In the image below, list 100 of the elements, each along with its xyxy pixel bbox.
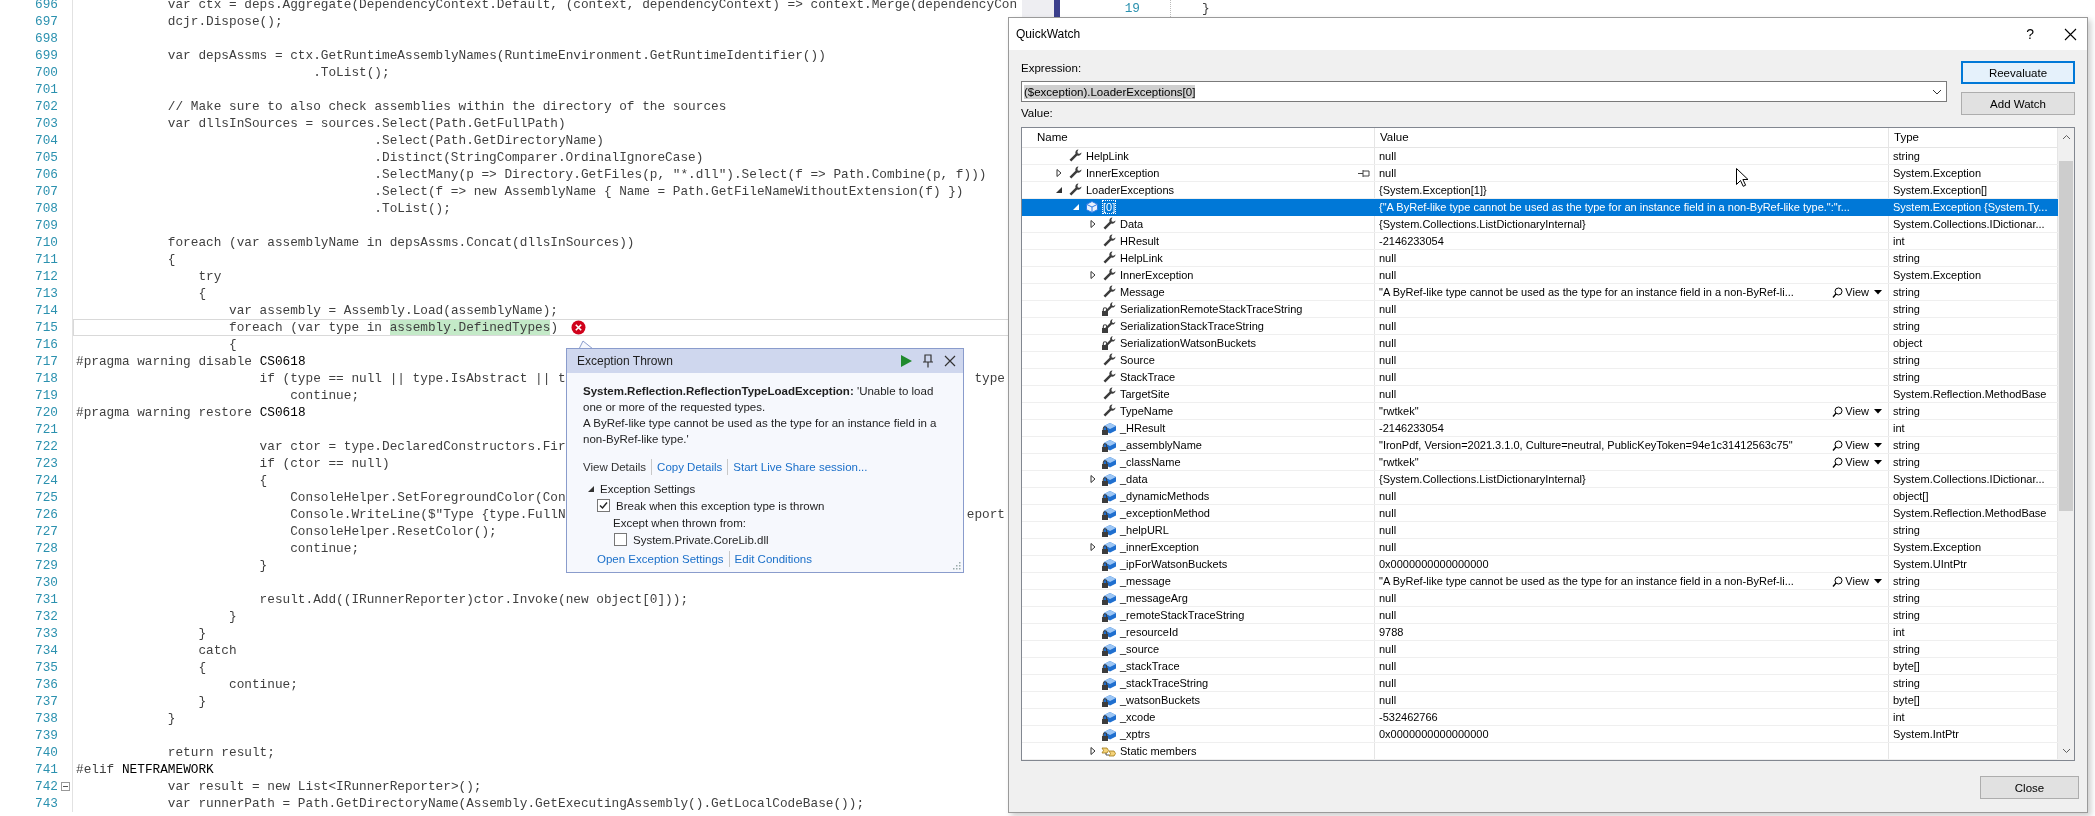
settings-link[interactable]: Edit Conditions [734,551,812,567]
tree-row[interactable]: _className "rwtkek" View string [1022,454,2058,471]
view-button[interactable]: View [1832,573,1882,589]
expression-field[interactable]: ($exception).LoaderExceptions[0] [1021,81,1947,102]
tree-row[interactable]: _messageArg null string [1022,590,2058,607]
tree-row[interactable]: TargetSite null System.Reflection.MethodBase [1022,386,2058,403]
expanded-icon[interactable] [1055,186,1063,194]
pin-icon[interactable] [921,354,935,368]
line-number: 732 [34,608,58,625]
help-button[interactable]: ? [2026,26,2034,42]
code-line: .Select(f => new AssemblyName { Name = Path.GetFileNameWithoutExtension(f) }) [374,183,964,200]
tree-row[interactable]: _source null string [1022,641,2058,658]
tree-row[interactable]: _helpURL null string [1022,522,2058,539]
close-icon[interactable] [2064,27,2077,41]
play-icon[interactable] [899,354,913,368]
collapsed-icon[interactable] [1089,271,1097,279]
tree-row[interactable]: SerializationStackTraceString null string [1022,318,2058,335]
details-link[interactable]: Start Live Share session... [733,459,868,475]
locked-field-icon [1101,505,1117,521]
wrench-icon [1067,182,1083,198]
code-line: .Distinct(StringComparer.OrdinalIgnoreCase) [374,149,704,166]
tree-row[interactable]: _watsonBuckets null byte[] [1022,692,2058,709]
error-icon[interactable] [571,320,587,335]
tree-row[interactable]: _innerException null System.Exception [1022,539,2058,556]
collapsed-icon[interactable] [1089,543,1097,551]
tree-row[interactable]: HResult -2146233054 int [1022,233,2058,250]
tree-row[interactable]: HelpLink null string [1022,148,2058,165]
tree-row[interactable]: InnerException null System.Exception [1022,165,2058,182]
tree-row[interactable]: TypeName "rwtkek" View string [1022,403,2058,420]
collapsed-icon[interactable] [1089,220,1097,228]
collapsed-icon[interactable] [1089,475,1097,483]
code-line: } [198,693,207,710]
property-type: System.Exception [1893,541,1982,553]
locked-field-icon [1101,420,1117,436]
tree-row[interactable]: _ipForWatsonBuckets 0x0000000000000000 System.UIntPtr [1022,556,2058,573]
property-value: null [1379,694,1397,706]
details-link[interactable]: View Details [583,459,647,475]
checkbox[interactable] [597,499,610,512]
property-type: string [1893,150,1920,162]
property-name: [0] [1103,201,1116,213]
collapsed-icon[interactable] [1089,747,1097,755]
tree-row[interactable]: Message "A ByRef-like type cannot be used as the type for an instance field in a non-ByRef-li... View string [1022,284,2058,301]
property-value: 0x0000000000000000 [1379,558,1489,570]
view-button[interactable]: View [1832,403,1882,419]
column-header[interactable]: Value [1380,131,1409,143]
line-number: 706 [34,166,58,183]
scroll-thumb[interactable] [2059,161,2073,511]
wrench-icon [1067,148,1083,164]
tree-row[interactable]: _stackTrace null byte[] [1022,658,2058,675]
scroll-down-icon[interactable] [2061,746,2071,755]
tree-row[interactable]: _resourceId 9788 int [1022,624,2058,641]
column-header[interactable]: Name [1037,131,1068,143]
tree-row[interactable]: _message "A ByRef-like type cannot be used as the type for an instance field in a non-ByRef-li... View string [1022,573,2058,590]
tree-row[interactable]: Data {System.Collections.ListDictionaryInternal} System.Collections.IDictionar... [1022,216,2058,233]
line-number: 715 [34,319,58,336]
dialog-button[interactable]: Reevaluate [1961,61,2075,84]
tree-row[interactable]: _xptrs 0x0000000000000000 System.IntPtr [1022,726,2058,743]
close-button[interactable]: Close [1980,776,2079,799]
tree-row[interactable]: _data {System.Collections.ListDictionaryInternal} System.Collections.IDictionar... [1022,471,2058,488]
property-name: SerializationStackTraceString [1120,320,1264,332]
checkbox[interactable] [614,533,627,546]
tree-row[interactable]: [0] {"A ByRef-like type cannot be used as the type for an instance field in a non-ByRef-like type.":"r... System.Exception {System.Ty... [1022,199,2058,216]
close-icon[interactable] [943,354,957,368]
tree-row[interactable]: _remoteStackTraceString null string [1022,607,2058,624]
tree-row[interactable]: SerializationWatsonBuckets null object [1022,335,2058,352]
code-line: { [259,472,268,489]
scrollbar[interactable] [2058,128,2074,760]
dialog-button[interactable]: Add Watch [1961,92,2075,115]
tree-row[interactable]: StackTrace null string [1022,369,2058,386]
pin-icon[interactable] [1358,168,1370,178]
view-button[interactable]: View [1832,284,1882,300]
property-value: null [1379,524,1397,536]
collapse-icon[interactable] [60,782,70,791]
tree-row[interactable]: _assemblyName "IronPdf, Version=2021.3.1.0, Culture=neutral, PublicKeyToken=94e1c31412563c75" View string [1022,437,2058,454]
details-link[interactable]: Copy Details [657,459,723,475]
tree-row[interactable]: _exceptionMethod null System.Reflection.MethodBase [1022,505,2058,522]
tree-row[interactable]: _stackTraceString null string [1022,675,2058,692]
property-type: object[] [1893,490,1929,502]
tree-row[interactable]: Source null string [1022,352,2058,369]
tree-row[interactable]: _dynamicMethods null object[] [1022,488,2058,505]
resize-grip-icon[interactable] [953,562,961,570]
property-value: "rwtkek" [1379,456,1419,468]
tree-row[interactable]: SerializationRemoteStackTraceString null string [1022,301,2058,318]
settings-link[interactable]: Open Exception Settings [597,551,724,567]
locked-field-icon [1101,539,1117,555]
tree-row[interactable]: Static members [1022,743,2058,760]
expanded-icon[interactable] [587,485,595,493]
tree-row[interactable]: _HResult -2146233054 int [1022,420,2058,437]
code-line: .Select(Path.GetDirectoryName) [374,132,604,149]
view-button[interactable]: View [1832,437,1882,453]
code-line: { [198,285,207,302]
collapsed-icon[interactable] [1055,169,1063,177]
view-button[interactable]: View [1832,454,1882,470]
line-number: 712 [34,268,58,285]
tree-row[interactable]: InnerException null System.Exception [1022,267,2058,284]
tree-row[interactable]: HelpLink null string [1022,250,2058,267]
scroll-up-icon[interactable] [2061,133,2071,142]
tree-row[interactable]: _xcode -532462766 int [1022,709,2058,726]
locked-field-icon [1101,556,1117,572]
column-header[interactable]: Type [1894,131,1919,143]
